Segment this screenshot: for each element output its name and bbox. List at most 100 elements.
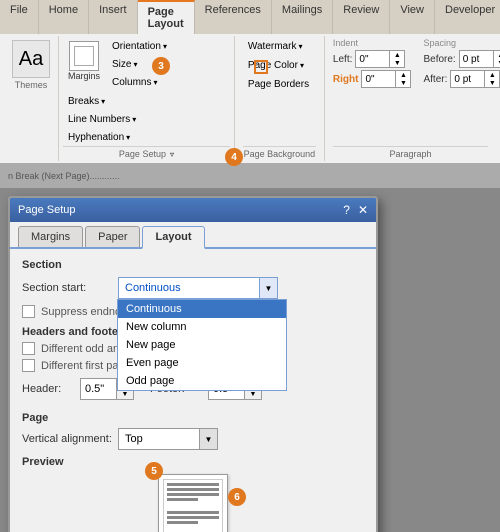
spacing-before-spinner[interactable]: ▲ ▼	[493, 51, 500, 67]
watermark-button[interactable]: Watermark ▾	[243, 38, 316, 55]
preview-line-2	[167, 488, 219, 491]
orientation-button[interactable]: Orientation ▾	[107, 38, 172, 55]
preview-line-4	[167, 498, 198, 501]
dialog-title-bar: Page Setup ? ✕	[10, 198, 376, 222]
spacing-area: Spacing Before: 0 pt ▲ ▼ After:	[423, 38, 500, 88]
section-start-arrow[interactable]: ▼	[259, 278, 277, 298]
preview-line-1	[167, 483, 219, 486]
tab-review[interactable]: Review	[333, 0, 390, 34]
section-label: Section	[22, 259, 364, 271]
page-label: Page	[22, 412, 364, 424]
spacing-before-field[interactable]: 0 pt ▲ ▼	[459, 50, 500, 68]
indent-left-value: 0"	[356, 53, 389, 66]
doc-area: n Break (Next Page)............	[0, 163, 500, 188]
indent-right-spinner[interactable]: ▲ ▼	[395, 71, 410, 87]
themes-icon[interactable]: Aa	[12, 40, 50, 78]
section-start-option-new-page[interactable]: New page	[118, 336, 286, 354]
tab-home[interactable]: Home	[39, 0, 89, 34]
section-start-dropdown[interactable]: Continuous ▼	[118, 277, 278, 299]
tab-file[interactable]: File	[0, 0, 39, 34]
section-start-row: Section start: Continuous ▼ Continuous N…	[22, 277, 364, 299]
suppress-endnotes-checkbox[interactable]	[22, 305, 35, 318]
spacing-after-value: 0 pt	[451, 73, 484, 86]
page-setup-group: Margins Orientation ▾ Size ▾ Columns ▾ B…	[59, 36, 235, 161]
section-start-list[interactable]: Continuous New column New page Even page…	[117, 299, 287, 391]
margins-label: Margins	[68, 71, 100, 81]
page-setup-group-label: Page Setup ▿	[63, 146, 230, 159]
dialog-title-controls: ? ✕	[343, 203, 368, 217]
preview-line-6	[167, 516, 219, 519]
preview-label: Preview	[22, 456, 364, 468]
dialog-container: Page Setup ? ✕ Margins Paper Layout Sect…	[0, 188, 500, 532]
indent-left-label: Left:	[333, 54, 352, 65]
dialog-tabs: Margins Paper Layout	[10, 222, 376, 249]
tab-references[interactable]: References	[195, 0, 272, 34]
spacing-after-down[interactable]: ▼	[485, 79, 499, 87]
indent-spacing-area: Indent Left: 0" ▲ ▼ Right	[333, 38, 488, 88]
dialog-tab-margins[interactable]: Margins	[18, 226, 83, 247]
different-odd-checkbox[interactable]	[22, 342, 35, 355]
themes-group: Aa Themes	[4, 36, 59, 161]
v-align-arrow[interactable]: ▼	[199, 429, 217, 449]
dialog-title-text: Page Setup	[18, 204, 76, 216]
step-6-indicator: 6	[228, 488, 246, 506]
spacing-before-up[interactable]: ▲	[494, 51, 500, 59]
tab-insert[interactable]: Insert	[89, 0, 138, 34]
indent-left-row: Left: 0" ▲ ▼	[333, 50, 412, 68]
page-setup-sub-buttons2: Breaks ▾ Line Numbers ▾ Hyphenation ▾	[63, 93, 141, 146]
ribbon-tabs: File Home Insert Page Layout References …	[0, 0, 500, 34]
page-borders-button[interactable]: Page Borders	[243, 76, 316, 93]
spacing-after-up[interactable]: ▲	[485, 71, 499, 79]
preview-box	[158, 474, 228, 532]
v-align-label: Vertical alignment:	[22, 433, 112, 445]
v-align-dropdown[interactable]: Top ▼	[118, 428, 218, 450]
dialog-close-button[interactable]: ✕	[358, 203, 368, 217]
preview-line-3	[167, 493, 219, 496]
indent-right-up[interactable]: ▲	[396, 71, 410, 79]
section-start-option-continuous[interactable]: Continuous	[118, 300, 286, 318]
spacing-before-down[interactable]: ▼	[494, 59, 500, 67]
line-numbers-button[interactable]: Line Numbers ▾	[63, 111, 141, 128]
tab-mailings[interactable]: Mailings	[272, 0, 333, 34]
indent-right-down[interactable]: ▼	[396, 79, 410, 87]
hyphenation-button[interactable]: Hyphenation ▾	[63, 129, 141, 146]
ribbon-launcher-highlight	[254, 60, 268, 74]
section-start-option-odd-page[interactable]: Odd page	[118, 372, 286, 390]
paragraph-label: Paragraph	[333, 146, 488, 159]
indent-left-spinner[interactable]: ▲ ▼	[389, 51, 404, 67]
dialog-tab-paper[interactable]: Paper	[85, 226, 140, 247]
tab-page-layout[interactable]: Page Layout	[138, 0, 195, 34]
section-start-option-new-column[interactable]: New column	[118, 318, 286, 336]
spacing-before-label: Before:	[423, 54, 455, 65]
spacing-after-field[interactable]: 0 pt ▲ ▼	[450, 70, 500, 88]
indent-right-field[interactable]: 0" ▲ ▼	[361, 70, 411, 88]
doc-break-text: n Break (Next Page)............	[8, 171, 120, 181]
indent-left-up[interactable]: ▲	[390, 51, 404, 59]
different-first-checkbox[interactable]	[22, 359, 35, 372]
section-start-dropdown-wrapper: Continuous ▼ Continuous New column New p…	[118, 277, 278, 299]
v-align-value: Top	[119, 431, 199, 447]
section-start-option-even-page[interactable]: Even page	[118, 354, 286, 372]
spacing-header: Spacing	[423, 38, 500, 48]
page-setup-launcher[interactable]: ▿	[170, 150, 174, 159]
indent-left-down[interactable]: ▼	[390, 59, 404, 67]
preview-line-5	[167, 511, 219, 514]
dialog-tab-layout[interactable]: Layout	[142, 226, 204, 249]
dialog-help-button[interactable]: ?	[343, 203, 350, 217]
step-4-indicator: 4	[225, 148, 243, 166]
breaks-button[interactable]: Breaks ▾	[63, 93, 141, 110]
preview-line-7	[167, 521, 198, 524]
indent-right-label: Right	[333, 74, 359, 85]
columns-button[interactable]: Columns ▾	[107, 74, 172, 91]
step-5-indicator: 5	[145, 462, 163, 480]
tab-view[interactable]: View	[390, 0, 435, 34]
spacing-after-spinner[interactable]: ▲ ▼	[484, 71, 499, 87]
indent-left-field[interactable]: 0" ▲ ▼	[355, 50, 405, 68]
spacing-after-label: After:	[423, 74, 447, 85]
header-edge-value: 0.5"	[81, 381, 116, 397]
dialog-body: Section Section start: Continuous ▼ Cont…	[10, 249, 376, 532]
margins-icon	[69, 41, 99, 71]
indent-right-value: 0"	[362, 73, 395, 86]
margins-button[interactable]: Margins	[63, 38, 105, 91]
tab-developer[interactable]: Developer	[435, 0, 500, 34]
